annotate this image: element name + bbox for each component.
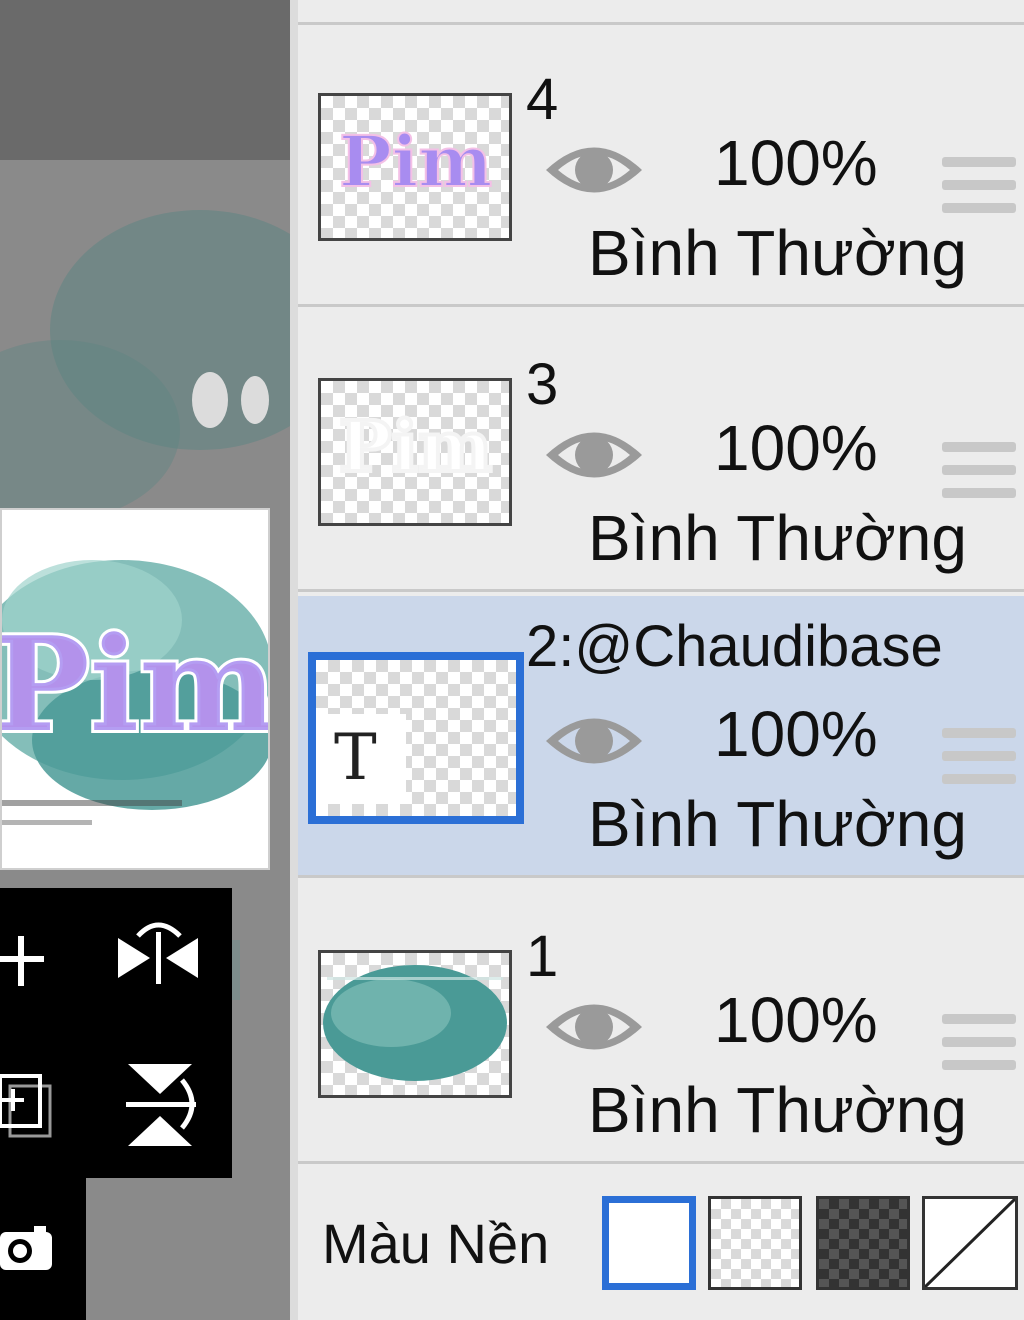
background-dark-transparent-swatch[interactable] <box>816 1196 910 1290</box>
layer-name: 4 <box>526 67 559 132</box>
layer-blend-mode[interactable]: Bình Thường <box>588 1078 967 1142</box>
layer-opacity[interactable]: 100% <box>714 988 878 1052</box>
svg-text:Pim: Pim <box>339 120 492 203</box>
layers-panel: Pim 4 100% Bình Thường Pim 3 100% Bình T… <box>298 0 1024 1320</box>
background-color-row: Màu Nền <box>298 1168 1024 1320</box>
visibility-eye-icon[interactable] <box>544 996 644 1058</box>
preview-artwork: Pim Pim <box>2 560 268 825</box>
none-slash-icon <box>925 1199 1015 1287</box>
camera-icon[interactable] <box>0 1218 60 1283</box>
svg-text:Pim: Pim <box>339 405 492 488</box>
layer-thumbnail[interactable]: Pim <box>318 93 512 241</box>
background-color-label: Màu Nền <box>322 1212 550 1275</box>
visibility-eye-icon[interactable] <box>544 710 644 772</box>
layer-blend-mode[interactable]: Bình Thường <box>588 506 967 570</box>
layer-row[interactable]: Pim 3 100% Bình Thường <box>298 310 1024 592</box>
background-white-swatch[interactable] <box>602 1196 696 1290</box>
visibility-eye-icon[interactable] <box>544 139 644 201</box>
layer-thumbnail[interactable]: Pim <box>318 378 512 526</box>
layer-row[interactable]: Pim 4 100% Bình Thường <box>298 25 1024 307</box>
layer-name: 1 <box>526 924 559 989</box>
svg-text:Pim: Pim <box>2 608 268 761</box>
add-copy-icon[interactable] <box>0 1066 60 1151</box>
flip-vertical-icon[interactable] <box>120 1060 204 1155</box>
previous-layer-edge <box>298 0 1024 25</box>
background-none-swatch[interactable] <box>922 1196 1018 1290</box>
canvas-area[interactable]: Pim Pim <box>0 0 290 1320</box>
layer-opacity[interactable]: 100% <box>714 702 878 766</box>
flip-horizontal-icon[interactable] <box>118 918 202 1003</box>
layer-thumbnail[interactable]: T <box>308 652 524 824</box>
drag-handle-icon[interactable] <box>942 157 1016 226</box>
camera-toolbar <box>0 1178 86 1320</box>
layer-name: 3 <box>526 352 559 417</box>
layer-opacity[interactable]: 100% <box>714 131 878 195</box>
drag-handle-icon[interactable] <box>942 442 1016 511</box>
drag-handle-icon[interactable] <box>942 728 1016 797</box>
visibility-eye-icon[interactable] <box>544 424 644 486</box>
transform-toolbar <box>0 888 232 1178</box>
drag-handle-icon[interactable] <box>942 1014 1016 1083</box>
layer-thumbnail[interactable] <box>318 950 512 1098</box>
layer-blend-mode[interactable]: Bình Thường <box>588 221 967 285</box>
add-layer-icon[interactable] <box>0 926 60 1001</box>
layer-row-selected[interactable]: T 2:@Chaudibase 100% Bình Thường <box>298 596 1024 878</box>
panel-divider <box>290 0 298 1320</box>
canvas-top-band <box>0 0 290 160</box>
canvas-preview[interactable]: Pim Pim <box>0 508 270 870</box>
layer-opacity[interactable]: 100% <box>714 416 878 480</box>
layer-name: 2:@Chaudibase <box>526 614 943 679</box>
background-transparent-swatch[interactable] <box>708 1196 802 1290</box>
layer-blend-mode[interactable]: Bình Thường <box>588 792 967 856</box>
text-layer-glyph: T <box>334 721 377 795</box>
layer-row[interactable]: 1 100% Bình Thường <box>298 882 1024 1164</box>
